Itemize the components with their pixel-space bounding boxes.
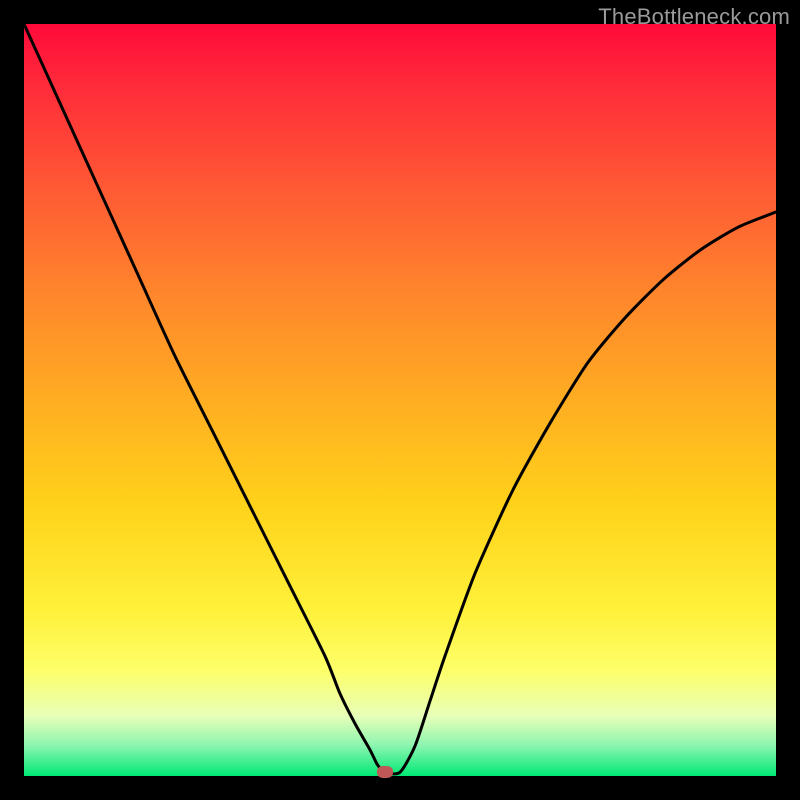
plot-area — [24, 24, 776, 776]
chart-frame: TheBottleneck.com — [0, 0, 800, 800]
watermark-text: TheBottleneck.com — [598, 4, 790, 30]
optimum-marker — [377, 766, 393, 778]
bottleneck-curve — [24, 24, 776, 776]
curve-path — [24, 24, 776, 774]
